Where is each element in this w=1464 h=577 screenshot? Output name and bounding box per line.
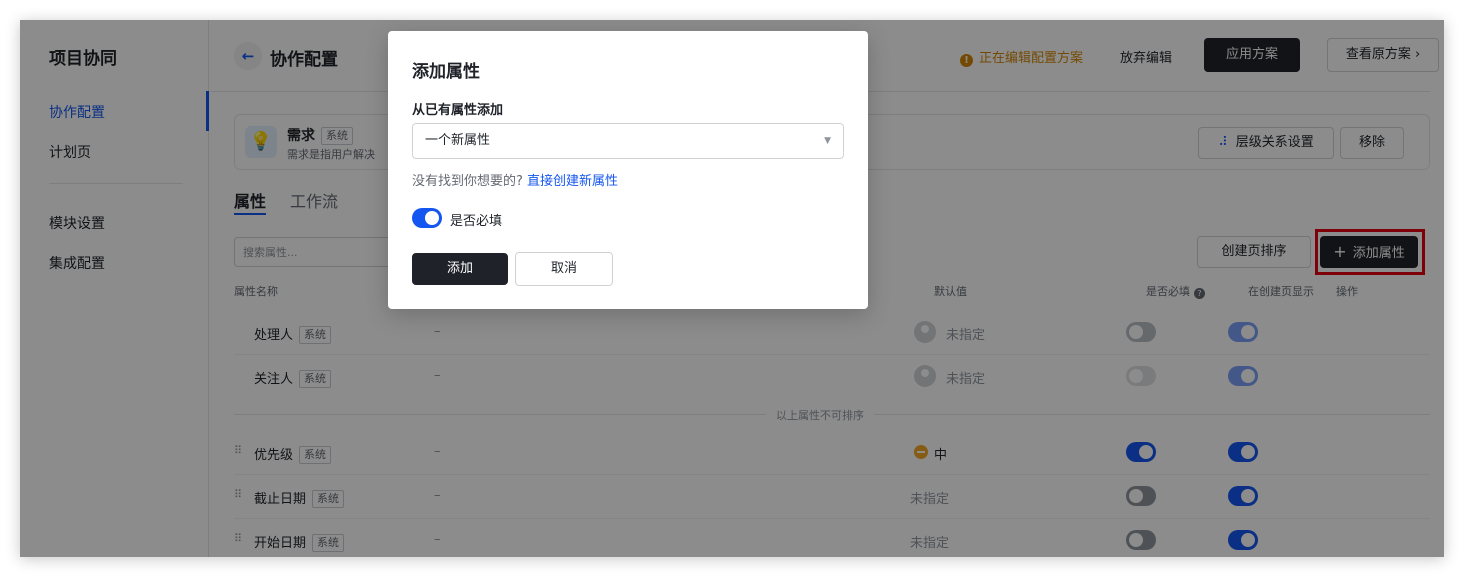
cancel-button[interactable]: 取消 bbox=[515, 252, 613, 286]
not-found-hint: 没有找到你想要的? 直接创建新属性 bbox=[412, 170, 618, 189]
existing-attribute-label: 从已有属性添加 bbox=[412, 103, 504, 118]
select-value: 一个新属性 bbox=[425, 133, 491, 148]
add-attribute-modal: 添加属性 从已有属性添加 一个新属性 ▼ 没有找到你想要的? 直接创建新属性 是… bbox=[388, 31, 868, 309]
required-toggle[interactable] bbox=[412, 208, 442, 228]
add-button[interactable]: 添加 bbox=[412, 253, 508, 285]
modal-title: 添加属性 bbox=[412, 62, 480, 82]
required-toggle-label: 是否必填 bbox=[450, 214, 503, 229]
caret-down-icon: ▼ bbox=[824, 136, 831, 146]
not-found-hint-text: 没有找到你想要的? bbox=[412, 174, 523, 189]
existing-attribute-select[interactable]: 一个新属性 ▼ bbox=[412, 123, 844, 159]
create-new-attribute-link[interactable]: 直接创建新属性 bbox=[527, 174, 618, 189]
app-window: 项目协同 协作配置 计划页 模块设置 集成配置 ← 协作配置 ! 正在编辑配置方案… bbox=[20, 20, 1444, 557]
